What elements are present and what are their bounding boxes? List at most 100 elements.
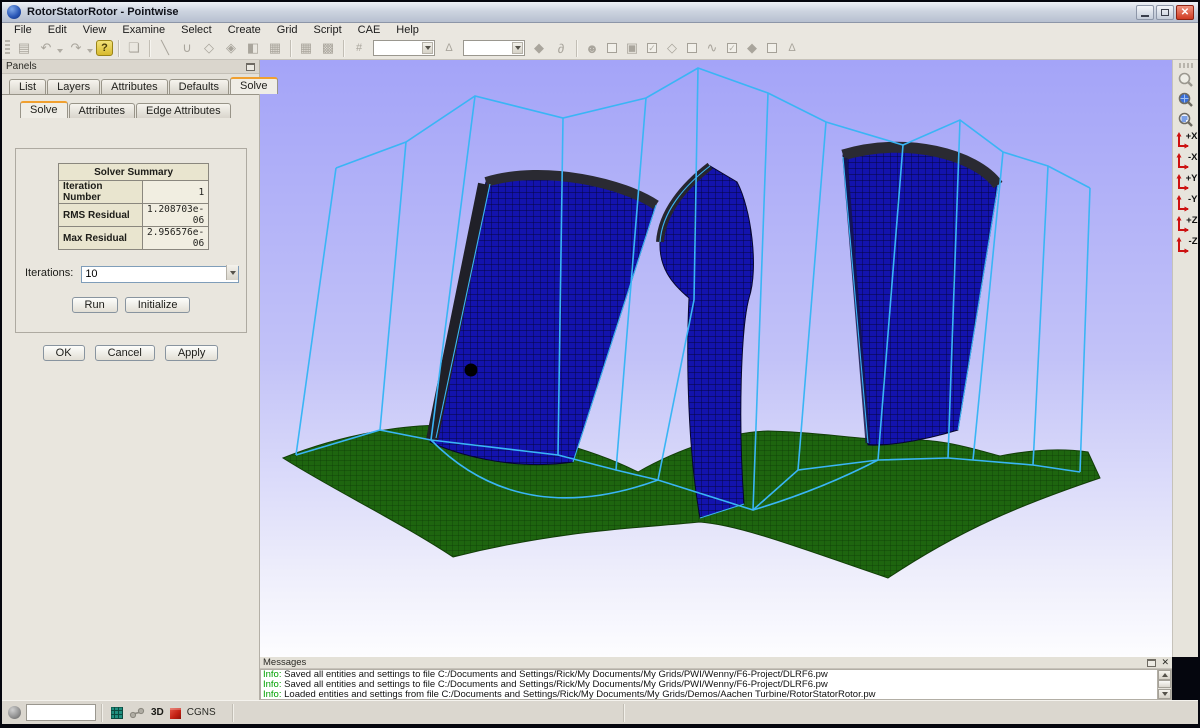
- zoom-level-icon[interactable]: [1175, 110, 1196, 130]
- log-line: Info: Loaded entities and settings from …: [261, 690, 1171, 700]
- iteration-number-label: Iteration Number: [59, 181, 143, 204]
- apply-button[interactable]: Apply: [165, 345, 219, 361]
- create-structured-domain-icon[interactable]: ◇: [199, 39, 219, 58]
- redo-dropdown-icon[interactable]: [87, 49, 93, 53]
- menu-script[interactable]: Script: [306, 23, 350, 37]
- subtab-solve[interactable]: Solve: [20, 101, 68, 118]
- link-icon[interactable]: [129, 707, 145, 719]
- dimension-combo-arrow-icon[interactable]: [422, 42, 433, 54]
- panels-float-icon[interactable]: [246, 63, 255, 71]
- redo-icon[interactable]: ↷: [66, 39, 86, 58]
- menu-examine[interactable]: Examine: [114, 23, 173, 37]
- menu-grid[interactable]: Grid: [269, 23, 306, 37]
- mask-connector-icon[interactable]: ∿: [702, 39, 722, 58]
- subtab-edge-attributes[interactable]: Edge Attributes: [136, 103, 231, 118]
- help-icon[interactable]: ?: [96, 40, 113, 56]
- solver-summary-table: Solver Summary Iteration Number 1 RMS Re…: [58, 163, 209, 250]
- initialize-button[interactable]: Initialize: [125, 297, 191, 313]
- cancel-button[interactable]: Cancel: [95, 345, 155, 361]
- spacing-combo-arrow-icon[interactable]: [512, 42, 523, 54]
- spacing-icon[interactable]: Δ: [439, 39, 459, 58]
- tab-defaults[interactable]: Defaults: [169, 79, 229, 94]
- menu-file[interactable]: File: [6, 23, 40, 37]
- unstructured-grid-icon[interactable]: ▩: [318, 39, 338, 58]
- create-connector-icon[interactable]: ╲: [155, 39, 175, 58]
- view-minus-z-button[interactable]: -Z: [1174, 235, 1198, 256]
- zoom-fit-icon[interactable]: [1175, 90, 1196, 110]
- menu-cae[interactable]: CAE: [350, 23, 389, 37]
- dimension-icon[interactable]: #: [349, 39, 369, 58]
- menu-edit[interactable]: Edit: [40, 23, 75, 37]
- mask-block-icon[interactable]: ▣: [622, 39, 642, 58]
- minimize-button[interactable]: [1136, 5, 1154, 20]
- view-plus-y-button[interactable]: +Y: [1174, 172, 1198, 193]
- messages-scrollbar[interactable]: [1157, 670, 1171, 699]
- mask-face-icon[interactable]: ☻: [582, 39, 602, 58]
- menu-select[interactable]: Select: [173, 23, 220, 37]
- mask-database-checkbox[interactable]: [767, 43, 777, 53]
- spacing-combobox[interactable]: [463, 40, 525, 56]
- mask-database-icon[interactable]: ◆: [742, 39, 762, 58]
- restore-button[interactable]: [1156, 5, 1174, 20]
- iteration-number-value: 1: [143, 181, 209, 204]
- run-button[interactable]: Run: [72, 297, 118, 313]
- create-block-icon[interactable]: ▦: [265, 39, 285, 58]
- tab-attributes[interactable]: Attributes: [101, 79, 167, 94]
- subtab-attributes[interactable]: Attributes: [69, 103, 135, 118]
- menu-help[interactable]: Help: [388, 23, 427, 37]
- mask-domain-icon[interactable]: ◇: [662, 39, 682, 58]
- 3d-viewport[interactable]: [260, 60, 1172, 657]
- solve-groupbox: Solver Summary Iteration Number 1 RMS Re…: [15, 148, 247, 333]
- pointwise-app-icon: [7, 5, 21, 19]
- create-unstructured-domain-icon[interactable]: ◈: [221, 39, 241, 58]
- mask-block-checkbox[interactable]: ✓: [647, 43, 657, 53]
- boundary-icon[interactable]: ∂: [551, 39, 571, 58]
- scroll-up-icon[interactable]: [1158, 670, 1171, 680]
- undo-dropdown-icon[interactable]: [57, 49, 63, 53]
- undo-icon[interactable]: ↶: [36, 39, 56, 58]
- scroll-down-icon[interactable]: [1158, 689, 1171, 699]
- solve-surface-icon[interactable]: ◆: [529, 39, 549, 58]
- messages-close-icon[interactable]: ✕: [1161, 658, 1169, 667]
- layers-icon[interactable]: ❏: [124, 39, 144, 58]
- menu-view[interactable]: View: [75, 23, 115, 37]
- ok-button[interactable]: OK: [43, 345, 85, 361]
- mask-spacing-icon[interactable]: Δ: [782, 39, 802, 58]
- messages-log[interactable]: Info: Saved all entities and settings to…: [260, 669, 1172, 700]
- application-window: RotorStatorRotor - Pointwise ✕ File Edit…: [0, 0, 1200, 728]
- solve-tab-page: Solve Attributes Edge Attributes Solver …: [2, 94, 259, 700]
- tab-layers[interactable]: Layers: [47, 79, 100, 94]
- grid-mode-icon[interactable]: [111, 707, 123, 719]
- cae-solver-icon[interactable]: [170, 708, 181, 719]
- mask-face-checkbox[interactable]: [607, 43, 617, 53]
- tab-list[interactable]: List: [9, 79, 46, 94]
- mask-connector-checkbox[interactable]: ✓: [727, 43, 737, 53]
- close-button[interactable]: ✕: [1176, 5, 1194, 20]
- assemble-icon[interactable]: ◧: [243, 39, 263, 58]
- mode-3d-label: 3D: [151, 707, 164, 718]
- iterations-combobox[interactable]: [81, 264, 239, 281]
- status-light-icon: [8, 706, 21, 719]
- dimension-combobox[interactable]: [373, 40, 435, 56]
- view-minus-y-button[interactable]: -Y: [1174, 193, 1198, 214]
- view-plus-x-button[interactable]: +X: [1174, 130, 1198, 151]
- mask-domain-checkbox[interactable]: [687, 43, 697, 53]
- selected-point-marker[interactable]: [465, 364, 478, 377]
- iterations-input[interactable]: [81, 266, 239, 283]
- toolbar-drag-handle[interactable]: [5, 40, 10, 56]
- iterations-combo-arrow-icon[interactable]: [226, 265, 238, 280]
- statusbar-separator: [101, 704, 102, 722]
- save-icon[interactable]: ▤: [14, 39, 34, 58]
- menu-create[interactable]: Create: [220, 23, 269, 37]
- view-minus-x-button[interactable]: -X: [1174, 151, 1198, 172]
- messages-float-icon[interactable]: [1147, 659, 1156, 667]
- zoom-box-icon[interactable]: [1175, 70, 1196, 90]
- view-plus-z-button[interactable]: +Z: [1174, 214, 1198, 235]
- max-residual-value: 2.956576e-06: [143, 227, 209, 250]
- iterations-label: Iterations:: [25, 267, 73, 279]
- tab-solve[interactable]: Solve: [230, 77, 278, 94]
- view-toolbar-drag-handle[interactable]: [1179, 63, 1193, 68]
- scroll-thumb[interactable]: [1158, 680, 1171, 688]
- structured-grid-icon[interactable]: ▦: [296, 39, 316, 58]
- create-curve-icon[interactable]: ∪: [177, 39, 197, 58]
